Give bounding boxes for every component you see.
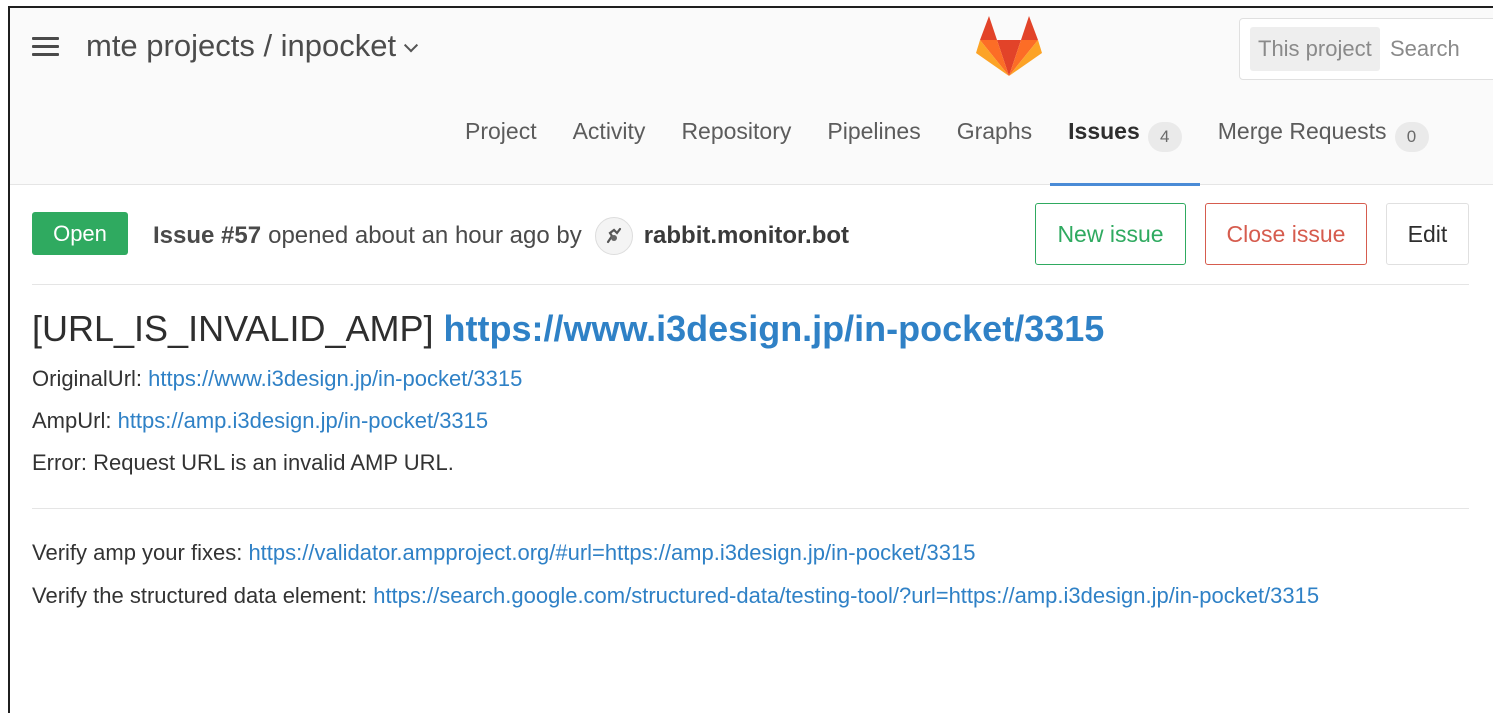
verify-structured-line: Verify the structured data element: http… — [32, 574, 1469, 617]
gitlab-logo-icon[interactable] — [976, 16, 1042, 78]
error-message: Error: Request URL is an invalid AMP URL… — [32, 450, 454, 475]
tab-graphs[interactable]: Graphs — [939, 106, 1050, 185]
search-input[interactable] — [1390, 27, 1490, 71]
issues-count-badge: 4 — [1147, 122, 1182, 152]
tab-pipelines[interactable]: Pipelines — [809, 106, 938, 185]
issue-reference: Issue #57 — [153, 222, 262, 249]
edit-issue-button[interactable]: Edit — [1386, 203, 1469, 265]
issue-meta: Issue #57 opened about an hour ago by ra… — [153, 217, 849, 255]
tab-label: Activity — [572, 118, 646, 144]
tab-label: Pipelines — [827, 118, 921, 144]
issue-content: [URL_IS_INVALID_AMP] https://www.i3desig… — [32, 308, 1469, 617]
tab-activity[interactable]: Activity — [555, 106, 664, 185]
tab-label: Merge Requests — [1217, 118, 1387, 144]
tab-project[interactable]: Project — [447, 106, 555, 185]
tab-repository[interactable]: Repository — [663, 106, 809, 185]
author-avatar[interactable] — [594, 217, 633, 255]
tab-label: Issues — [1068, 118, 1140, 144]
hamburger-menu-icon[interactable] — [32, 37, 59, 57]
verify-structured-label: Verify the structured data element: — [32, 583, 368, 608]
search-box[interactable]: This project — [1239, 18, 1493, 80]
issue-title-link[interactable]: https://www.i3design.jp/in-pocket/3315 — [444, 308, 1105, 349]
verify-amp-label: Verify amp your fixes: — [32, 540, 243, 565]
verify-structured-link[interactable]: https://search.google.com/structured-dat… — [373, 583, 1319, 608]
original-url-label: OriginalUrl: — [32, 366, 143, 391]
status-badge: Open — [32, 212, 128, 255]
project-nav: Project Activity Repository Pipelines Gr… — [447, 106, 1447, 186]
breadcrumb-label: mte projects / inpocket — [86, 28, 397, 63]
merge-requests-count-badge: 0 — [1394, 122, 1429, 152]
issue-title-prefix: [URL_IS_INVALID_AMP] — [32, 308, 434, 349]
tab-merge-requests[interactable]: Merge Requests 0 — [1200, 106, 1447, 185]
verify-amp-link[interactable]: https://validator.ampproject.org/#url=ht… — [248, 540, 975, 565]
tab-label: Graphs — [956, 118, 1033, 144]
search-scope-badge[interactable]: This project — [1250, 27, 1380, 71]
tab-issues[interactable]: Issues 4 — [1050, 106, 1200, 186]
issue-title: [URL_IS_INVALID_AMP] https://www.i3desig… — [32, 308, 1469, 350]
top-header: mte projects / inpocket This project Pro… — [10, 8, 1493, 186]
amp-url-link[interactable]: https://amp.i3design.jp/in-pocket/3315 — [118, 408, 489, 433]
close-issue-button[interactable]: Close issue — [1205, 203, 1367, 265]
amp-url-line: AmpUrl: https://amp.i3design.jp/in-pocke… — [32, 408, 1469, 434]
chevron-down-icon — [404, 38, 419, 53]
app-window: mte projects / inpocket This project Pro… — [8, 6, 1493, 713]
new-issue-button[interactable]: New issue — [1035, 203, 1186, 265]
project-breadcrumb[interactable]: mte projects / inpocket — [86, 28, 419, 64]
tab-label: Repository — [681, 118, 792, 144]
verify-amp-line: Verify amp your fixes: https://validator… — [32, 531, 1469, 574]
author-name-link[interactable]: rabbit.monitor.bot — [644, 222, 849, 250]
bot-avatar-icon — [606, 227, 621, 244]
description-divider — [32, 508, 1469, 509]
issue-opened-text: opened about an hour ago by — [268, 222, 582, 249]
verify-section: Verify amp your fixes: https://validator… — [32, 531, 1469, 617]
issue-header-bar: Open Issue #57 opened about an hour ago … — [32, 203, 1469, 285]
original-url-link[interactable]: https://www.i3design.jp/in-pocket/3315 — [148, 366, 522, 391]
tab-label: Project — [465, 118, 537, 144]
amp-url-label: AmpUrl: — [32, 408, 112, 433]
original-url-line: OriginalUrl: https://www.i3design.jp/in-… — [32, 366, 1469, 392]
